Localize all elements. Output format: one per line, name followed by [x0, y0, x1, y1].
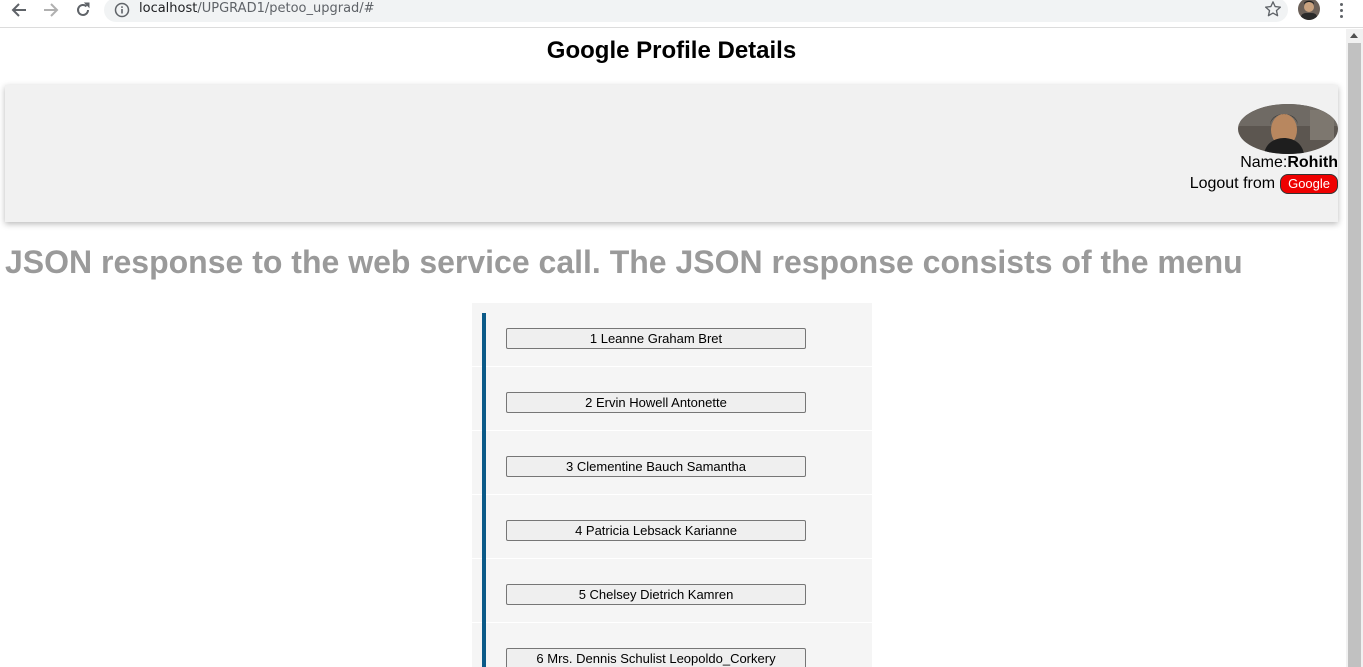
accent-bar [482, 623, 486, 667]
user-button[interactable]: 3 Clementine Bauch Samantha [506, 456, 806, 477]
profile-panel: Name:Rohith Logout from Google [5, 85, 1338, 222]
back-arrow-icon[interactable] [8, 0, 30, 20]
scroll-up-arrow-icon[interactable] [1350, 33, 1358, 38]
name-value: Rohith [1287, 154, 1338, 171]
address-bar[interactable]: localhost/UPGRAD1/petoo_upgrad/# [104, 0, 1288, 22]
list-item: 5 Chelsey Dietrich Kamren [472, 559, 872, 623]
reload-icon[interactable] [72, 0, 94, 20]
user-button[interactable]: 6 Mrs. Dennis Schulist Leopoldo_Corkery [506, 648, 806, 667]
kebab-menu-icon[interactable] [1336, 0, 1348, 20]
user-button[interactable]: 5 Chelsey Dietrich Kamren [506, 584, 806, 605]
info-icon[interactable] [114, 2, 130, 23]
json-response-heading: JSON response to the web service call. T… [5, 244, 1243, 280]
list-item: 1 Leanne Graham Bret [472, 303, 872, 367]
accent-bar [482, 367, 486, 431]
accent-bar [482, 431, 486, 495]
name-label: Name: [1240, 154, 1288, 171]
user-button[interactable]: 2 Ervin Howell Antonette [506, 392, 806, 413]
browser-profile-avatar[interactable] [1298, 0, 1320, 20]
logout-label: Logout from [1189, 175, 1276, 192]
google-logout-button[interactable]: Google [1280, 174, 1338, 194]
list-item: 6 Mrs. Dennis Schulist Leopoldo_Corkery [472, 623, 872, 667]
logout-row: Logout from Google [1190, 174, 1338, 194]
page-title: Google Profile Details [546, 37, 797, 64]
url-path: /UPGRAD1/petoo_upgrad/# [197, 1, 375, 16]
vertical-scrollbar[interactable] [1346, 29, 1363, 667]
browser-toolbar: localhost/UPGRAD1/petoo_upgrad/# [0, 0, 1363, 28]
forward-arrow-icon[interactable] [40, 0, 62, 20]
accent-bar [482, 313, 486, 367]
accent-bar [482, 559, 486, 623]
user-button[interactable]: 1 Leanne Graham Bret [506, 328, 806, 349]
accent-bar [482, 495, 486, 559]
user-button[interactable]: 4 Patricia Lebsack Karianne [506, 520, 806, 541]
url-text[interactable]: localhost/UPGRAD1/petoo_upgrad/# [139, 1, 375, 16]
user-list: 1 Leanne Graham Bret 2 Ervin Howell Anto… [472, 303, 872, 667]
scroll-thumb[interactable] [1348, 43, 1361, 667]
list-item: 4 Patricia Lebsack Karianne [472, 495, 872, 559]
url-host: localhost [139, 1, 198, 16]
star-icon[interactable] [1264, 0, 1282, 23]
profile-name: Name:Rohith [1240, 154, 1338, 172]
list-item: 2 Ervin Howell Antonette [472, 367, 872, 431]
profile-avatar [1238, 104, 1338, 154]
list-item: 3 Clementine Bauch Samantha [472, 431, 872, 495]
